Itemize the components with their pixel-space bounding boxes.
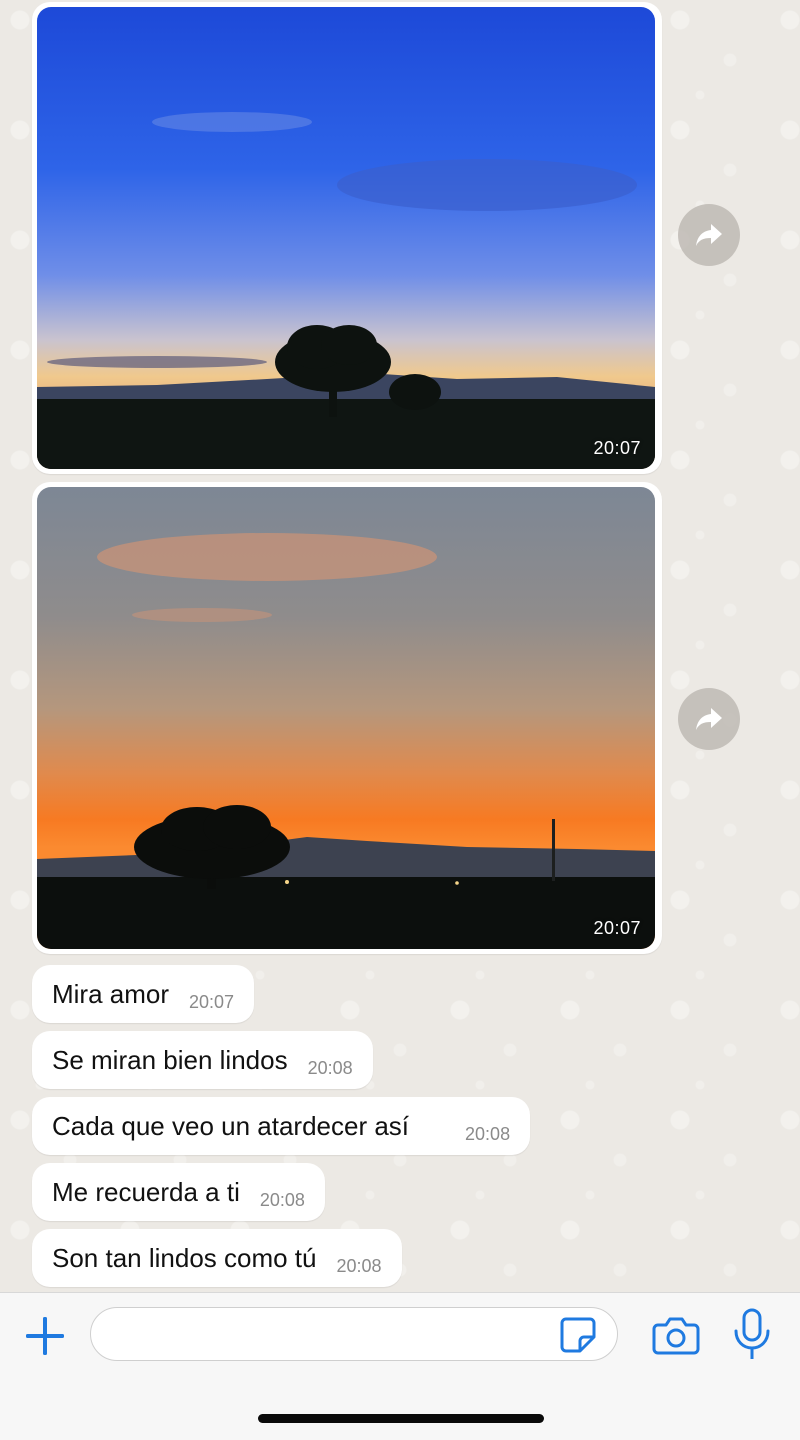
message-text: Mira amor (52, 978, 170, 1009)
photo-timestamp: 20:07 (593, 918, 641, 938)
message-timestamp: 20:08 (307, 1057, 353, 1078)
home-indicator (258, 1414, 544, 1423)
sunset-photo-blue[interactable]: 20:07 (37, 7, 655, 469)
photo-message[interactable]: 20:07 (32, 2, 662, 474)
forward-icon (696, 708, 722, 730)
message-text: Son tan lindos como tú (52, 1242, 317, 1273)
camera-icon[interactable] (652, 1313, 700, 1357)
forward-button[interactable] (678, 688, 740, 750)
chat-area: 20:07 20:07 Mira amor 20:07 Se miran bie… (0, 0, 800, 1292)
message-bubble[interactable]: Se miran bien lindos 20:08 (32, 1031, 373, 1089)
message-timestamp: 20:08 (259, 1189, 305, 1210)
message-timestamp: 20:07 (189, 991, 235, 1012)
photo-message[interactable]: 20:07 (32, 482, 662, 954)
plus-icon[interactable] (22, 1313, 68, 1359)
message-text: Se miran bien lindos (52, 1044, 288, 1075)
message-timestamp: 20:08 (336, 1255, 382, 1276)
forward-button[interactable] (678, 204, 740, 266)
message-text: Cada que veo un atardecer así (52, 1110, 410, 1141)
photo-timestamp: 20:07 (593, 438, 641, 458)
sticker-icon[interactable] (558, 1315, 598, 1355)
sunset-photo-orange[interactable]: 20:07 (37, 487, 655, 949)
message-input-bar (0, 1292, 800, 1440)
message-bubble[interactable]: Cada que veo un atardecer así 20:08 (32, 1097, 531, 1155)
message-timestamp: 20:08 (465, 1123, 511, 1144)
forward-icon (696, 224, 722, 246)
message-bubble[interactable]: Mira amor 20:07 (32, 965, 255, 1023)
message-text: Me recuerda a ti (52, 1176, 240, 1207)
microphone-icon[interactable] (730, 1307, 774, 1363)
message-bubble[interactable]: Me recuerda a ti 20:08 (32, 1163, 325, 1221)
message-input[interactable] (90, 1307, 618, 1361)
message-bubble[interactable]: Son tan lindos como tú 20:08 (32, 1229, 402, 1287)
